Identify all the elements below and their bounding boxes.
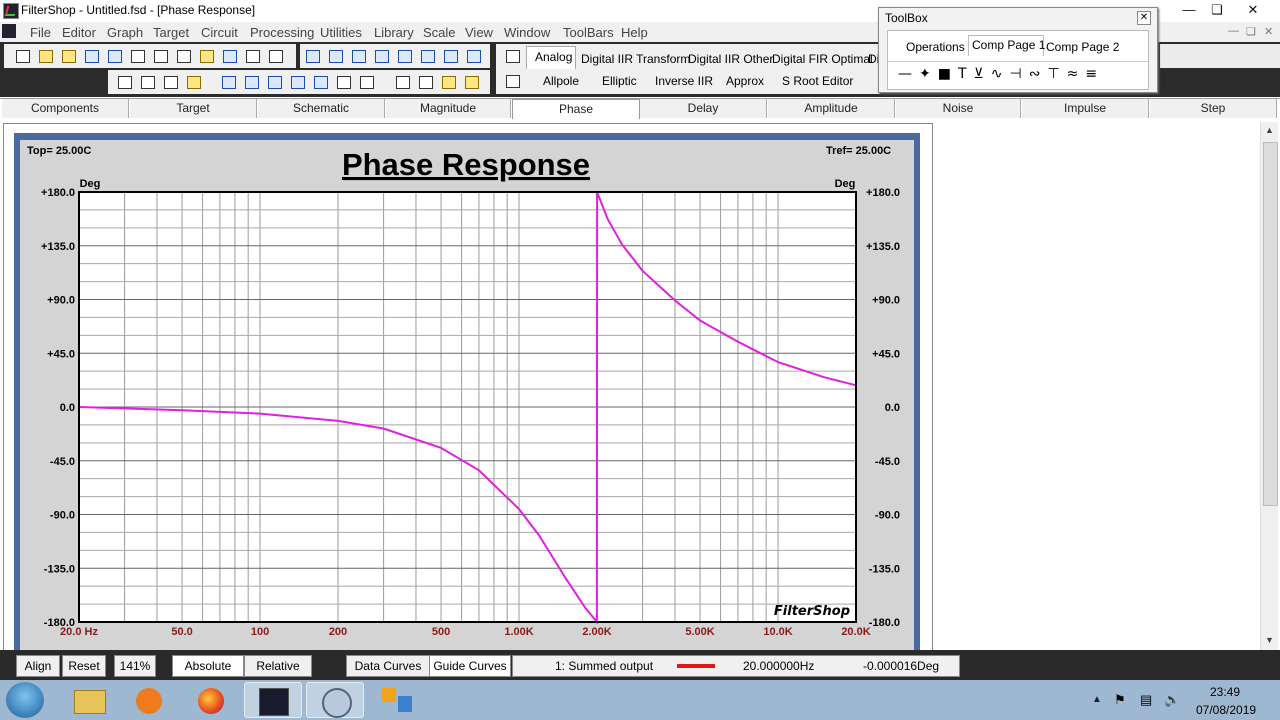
x-tick-label: 500 <box>432 626 450 638</box>
firefox-icon <box>198 688 224 714</box>
media-player-icon <box>136 688 162 714</box>
scrollbar-thumb[interactable] <box>1263 142 1278 506</box>
y-tick-label-right: -135.0 <box>869 563 900 575</box>
y-tick-label-right: +135.0 <box>866 241 900 253</box>
series-name: 1: Summed output <box>555 659 654 673</box>
reset-button[interactable]: Reset <box>62 655 106 677</box>
taskbar-app-2[interactable] <box>306 682 364 718</box>
y-tick-label-left: +90.0 <box>47 295 75 307</box>
scroll-up-icon[interactable]: ▲ <box>1261 122 1278 139</box>
app-badge-icon <box>322 688 352 718</box>
data-curves-button[interactable]: Data Curves <box>346 655 430 677</box>
taskbar-explorer[interactable] <box>60 682 118 718</box>
x-tick-label: 200 <box>329 626 347 638</box>
y-tick-label-right: -180.0 <box>869 617 900 629</box>
flag-icon[interactable]: ⚑ <box>1114 692 1126 708</box>
series-color-swatch <box>677 664 715 668</box>
cursor-frequency: 20.000000Hz <box>743 659 815 673</box>
y-tick-label-left: +180.0 <box>41 187 75 199</box>
chart-title: Phase Response <box>342 147 590 182</box>
x-tick-label: 5.00K <box>685 626 714 638</box>
y-tick-label-right: 0.0 <box>885 402 900 414</box>
x-tick-label: 1.00K <box>504 626 533 638</box>
x-tick-label: 50.0 <box>171 626 192 638</box>
windows-tile-icon <box>382 688 396 702</box>
y-tick-label-right: -90.0 <box>875 510 900 522</box>
absolute-button[interactable]: Absolute <box>172 655 244 677</box>
network-icon[interactable]: ▤ <box>1140 692 1152 708</box>
x-tick-label: 20.0K <box>841 626 870 638</box>
windows-tile-icon <box>398 696 412 712</box>
y-tick-label-left: -45.0 <box>50 456 75 468</box>
taskbar-firefox[interactable] <box>182 682 240 718</box>
taskbar-app-3[interactable] <box>368 682 426 718</box>
y-axis-label-left: Deg <box>80 178 101 190</box>
x-tick-label: 20.0 Hz <box>60 626 98 638</box>
vertical-scrollbar[interactable]: ▲ ▼ <box>1260 122 1278 650</box>
folder-icon <box>74 690 106 714</box>
scroll-down-icon[interactable]: ▼ <box>1261 632 1278 649</box>
zoom-level: 141% <box>114 655 156 677</box>
y-tick-label-right: +90.0 <box>872 295 900 307</box>
start-button-icon[interactable] <box>6 682 44 718</box>
volume-icon[interactable]: 🔈 <box>1164 692 1180 708</box>
filtershop-icon <box>259 688 289 716</box>
y-tick-label-right: +180.0 <box>866 187 900 199</box>
show-hidden-icons[interactable]: ▲ <box>1092 694 1102 705</box>
cursor-phase: -0.000016Deg <box>863 659 940 673</box>
taskbar-filtershop[interactable] <box>244 682 302 718</box>
x-tick-label: 100 <box>251 626 269 638</box>
y-tick-label-left: +135.0 <box>41 241 75 253</box>
y-tick-label-right: -45.0 <box>875 456 900 468</box>
y-tick-label-left: 0.0 <box>60 402 75 414</box>
y-tick-label-left: -90.0 <box>50 510 75 522</box>
y-tick-label-right: +45.0 <box>872 348 900 360</box>
filtershop-watermark: FilterShop <box>774 604 850 619</box>
curve-info-panel: 1: Summed output 20.000000Hz -0.000016De… <box>512 655 960 677</box>
clock-time[interactable]: 23:49 <box>1210 685 1240 699</box>
y-tick-label-left: -135.0 <box>44 563 75 575</box>
guide-curves-button[interactable]: Guide Curves <box>429 655 511 677</box>
x-tick-label: 10.0K <box>763 626 792 638</box>
taskbar-media-player[interactable] <box>120 682 178 718</box>
phase-chart: Phase Response Deg Deg +180.0 +180.0 +135.… <box>41 147 900 638</box>
align-button[interactable]: Align <box>16 655 60 677</box>
relative-button[interactable]: Relative <box>244 655 312 677</box>
clock-date[interactable]: 07/08/2019 <box>1196 703 1256 717</box>
y-tick-label-left: +45.0 <box>47 348 75 360</box>
y-axis-label-right: Deg <box>835 178 856 190</box>
x-tick-label: 2.00K <box>582 626 611 638</box>
